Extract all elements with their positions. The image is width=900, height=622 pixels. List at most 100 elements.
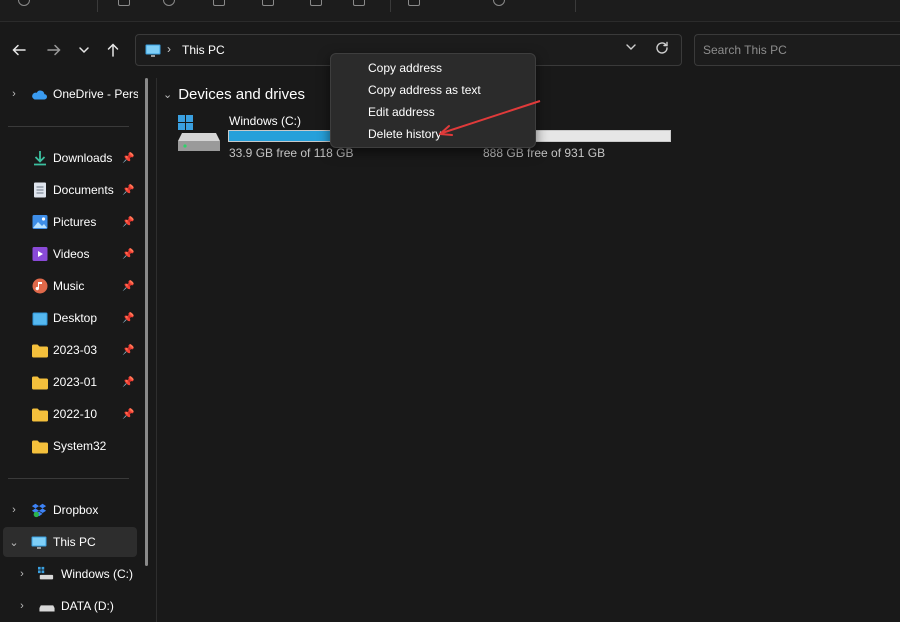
menu-item-copy-address[interactable]: Copy address [331,57,535,79]
drive-free-space: 33.9 GB free of 118 GB [229,146,354,160]
navigation-pane: › OneDrive - Perso Downloads 📌 Documents… [0,78,150,622]
toolbar-icon[interactable] [493,0,505,6]
desktop-icon [32,311,48,327]
windows-drive-icon [177,115,223,153]
folder-icon [32,407,48,423]
section-title: Devices and drives [178,86,305,103]
sidebar-item-dropbox[interactable]: › Dropbox [0,495,138,525]
videos-icon [32,246,48,262]
sidebar-item-folder[interactable]: 2023-03 📌 [0,335,138,365]
sidebar-item-label: Videos [53,247,89,261]
content-pane: ⌄ Devices and drives Windows (C:) 33.9 G… [157,78,900,622]
toolbar-icon[interactable] [353,0,365,6]
toolbar-icon[interactable] [163,0,175,6]
folder-icon [32,439,48,455]
pin-icon[interactable]: 📌 [122,153,134,164]
toolbar-icon[interactable] [18,0,30,6]
sidebar-divider [8,126,129,127]
recent-locations-button[interactable] [73,39,95,61]
sidebar-item-label: DATA (D:) [61,599,114,613]
chevron-down-icon [625,41,637,53]
expand-chevron-icon[interactable]: › [17,568,27,580]
arrow-up-icon [105,42,121,58]
refresh-icon [655,41,669,55]
drive-icon [39,600,55,616]
chevron-down-icon: ⌄ [163,88,172,101]
sidebar-item-data-drive[interactable]: › DATA (D:) [0,591,138,621]
sidebar-item-label: 2022-10 [53,407,97,421]
drive-name: Windows (C:) [229,114,301,128]
dropbox-icon [31,502,47,518]
toolbar-icon[interactable] [310,0,322,6]
toolbar-separator [390,0,391,12]
sidebar-item-windows-drive[interactable]: › Windows (C:) [0,559,138,589]
breadcrumb-separator: › [167,42,171,56]
sidebar-item-label: Pictures [53,215,96,229]
sidebar-item-folder[interactable]: System32 [0,431,138,461]
documents-icon [32,182,48,198]
sidebar-scrollbar[interactable] [145,78,148,566]
sidebar-item-this-pc[interactable]: ⌄ This PC [3,527,137,557]
sidebar-item-desktop[interactable]: Desktop 📌 [0,303,138,333]
toolbar-separator [97,0,98,12]
sidebar-item-videos[interactable]: Videos 📌 [0,239,138,269]
sidebar-item-folder[interactable]: 2022-10 📌 [0,399,138,429]
sidebar-item-downloads[interactable]: Downloads 📌 [0,143,138,173]
sidebar-item-onedrive[interactable]: › OneDrive - Perso [0,79,138,109]
music-icon [32,278,48,294]
onedrive-cloud-icon [31,87,47,103]
expand-chevron-icon[interactable]: › [9,88,19,100]
windows-drive-icon [38,566,54,582]
search-box[interactable] [694,34,900,66]
monitor-icon [145,44,161,58]
pin-icon[interactable]: 📌 [122,281,134,292]
pin-icon[interactable]: 📌 [122,345,134,356]
download-icon [32,150,48,166]
toolbar-separator [575,0,576,12]
sidebar-item-label: System32 [53,439,106,453]
folder-icon [32,343,48,359]
sidebar-item-label: Windows (C:) [61,567,133,581]
annotation-arrow [430,95,550,140]
drive-free-space: 888 GB free of 931 GB [483,146,605,160]
pin-icon[interactable]: 📌 [122,249,134,260]
pictures-icon [32,214,48,230]
sidebar-item-label: 2023-01 [53,375,97,389]
arrow-left-icon [11,42,27,58]
pin-icon[interactable]: 📌 [122,313,134,324]
refresh-button[interactable] [655,41,669,59]
chevron-down-icon [78,44,90,56]
search-input[interactable] [703,35,893,65]
sidebar-item-label: Downloads [53,151,112,165]
pin-icon[interactable]: 📌 [122,377,134,388]
sidebar-item-label: This PC [53,535,96,549]
sidebar-item-label: Desktop [53,311,97,325]
pin-icon[interactable]: 📌 [122,217,134,228]
up-button[interactable] [102,39,124,61]
sidebar-item-documents[interactable]: Documents 📌 [0,175,138,205]
pin-icon[interactable]: 📌 [122,185,134,196]
sidebar-item-music[interactable]: Music 📌 [0,271,138,301]
sidebar-item-pictures[interactable]: Pictures 📌 [0,207,138,237]
folder-icon [32,375,48,391]
pin-icon[interactable]: 📌 [122,409,134,420]
collapse-chevron-icon[interactable]: ⌄ [9,536,19,549]
address-history-button[interactable] [625,41,637,56]
command-bar [0,0,900,22]
toolbar-icon[interactable] [118,0,130,6]
toolbar-icon[interactable] [408,0,420,6]
toolbar-icon[interactable] [213,0,225,6]
monitor-icon [31,535,47,551]
back-button[interactable] [8,39,30,61]
sidebar-item-label: Dropbox [53,503,98,517]
sidebar-item-label: Documents [53,183,114,197]
toolbar-icon[interactable] [262,0,274,6]
expand-chevron-icon[interactable]: › [9,504,19,516]
forward-button[interactable] [43,39,65,61]
breadcrumb-this-pc[interactable]: This PC [182,43,225,57]
devices-drives-header[interactable]: ⌄ Devices and drives [163,86,305,103]
sidebar-item-folder[interactable]: 2023-01 📌 [0,367,138,397]
sidebar-divider [8,478,129,479]
expand-chevron-icon[interactable]: › [17,600,27,612]
sidebar-item-label: 2023-03 [53,343,97,357]
